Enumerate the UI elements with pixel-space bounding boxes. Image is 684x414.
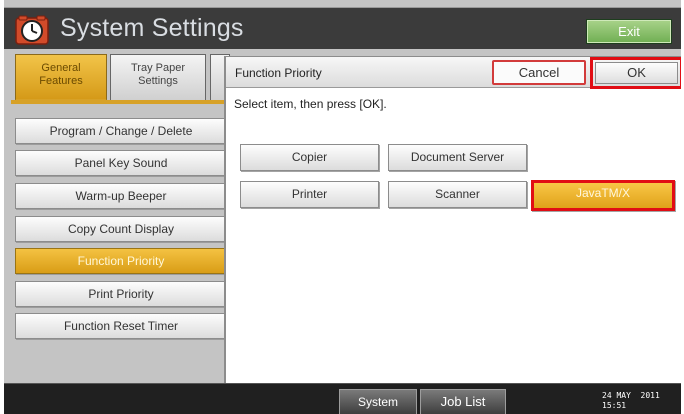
tab-label-line2: Settings xyxy=(138,75,178,87)
option-copier-button[interactable]: Copier xyxy=(240,144,379,171)
instruction-text: Select item, then press [OK]. xyxy=(234,97,387,111)
function-priority-dialog: Function Priority Cancel OK Select item,… xyxy=(224,56,681,383)
title-bar: System Settings Exit xyxy=(4,7,681,49)
date-time-display: 24 MAY 2011 15:51 xyxy=(602,391,660,411)
date-text: 24 MAY 2011 xyxy=(602,391,660,400)
option-printer-button[interactable]: Printer xyxy=(240,181,379,208)
ok-button[interactable]: OK xyxy=(595,62,678,84)
dialog-header: Function Priority Cancel OK xyxy=(226,57,681,89)
list-item-function-reset-timer[interactable]: Function Reset Timer xyxy=(15,313,227,339)
time-text: 15:51 xyxy=(602,401,627,410)
list-item-copy-count-display[interactable]: Copy Count Display xyxy=(15,216,227,242)
job-list-button[interactable]: Job List xyxy=(420,389,506,414)
status-bar: System Status Job List 24 MAY 2011 15:51 xyxy=(4,383,681,414)
list-item-function-priority[interactable]: Function Priority xyxy=(15,248,227,274)
tab-label-line1: General xyxy=(41,62,81,74)
list-item-print-priority[interactable]: Print Priority xyxy=(15,281,227,307)
dialog-title: Function Priority xyxy=(235,66,322,80)
list-item-panel-key-sound[interactable]: Panel Key Sound xyxy=(15,150,227,176)
tab-general-features[interactable]: General Features xyxy=(15,54,107,102)
tab-label-line2: Features xyxy=(39,75,83,87)
system-settings-window: System Settings Exit General Features Tr… xyxy=(4,0,681,414)
system-status-button[interactable]: System Status xyxy=(339,389,417,414)
list-item-program-change-delete[interactable]: Program / Change / Delete xyxy=(15,118,227,144)
list-item-warm-up-beeper[interactable]: Warm-up Beeper xyxy=(15,183,227,209)
exit-button[interactable]: Exit xyxy=(586,19,672,44)
tab-label-line1: Tray Paper xyxy=(130,62,185,74)
option-javatm-x-button[interactable]: JavaTM/X xyxy=(531,180,675,211)
tab-tray-paper-settings[interactable]: Tray Paper Settings xyxy=(110,54,206,102)
tab-underline xyxy=(11,100,241,104)
clock-settings-icon xyxy=(15,15,49,45)
option-document-server-button[interactable]: Document Server xyxy=(388,144,527,171)
option-scanner-button[interactable]: Scanner xyxy=(388,181,527,208)
cancel-button[interactable]: Cancel xyxy=(492,60,586,85)
ok-button-highlight: OK xyxy=(590,57,681,89)
page-title: System Settings xyxy=(60,14,244,42)
